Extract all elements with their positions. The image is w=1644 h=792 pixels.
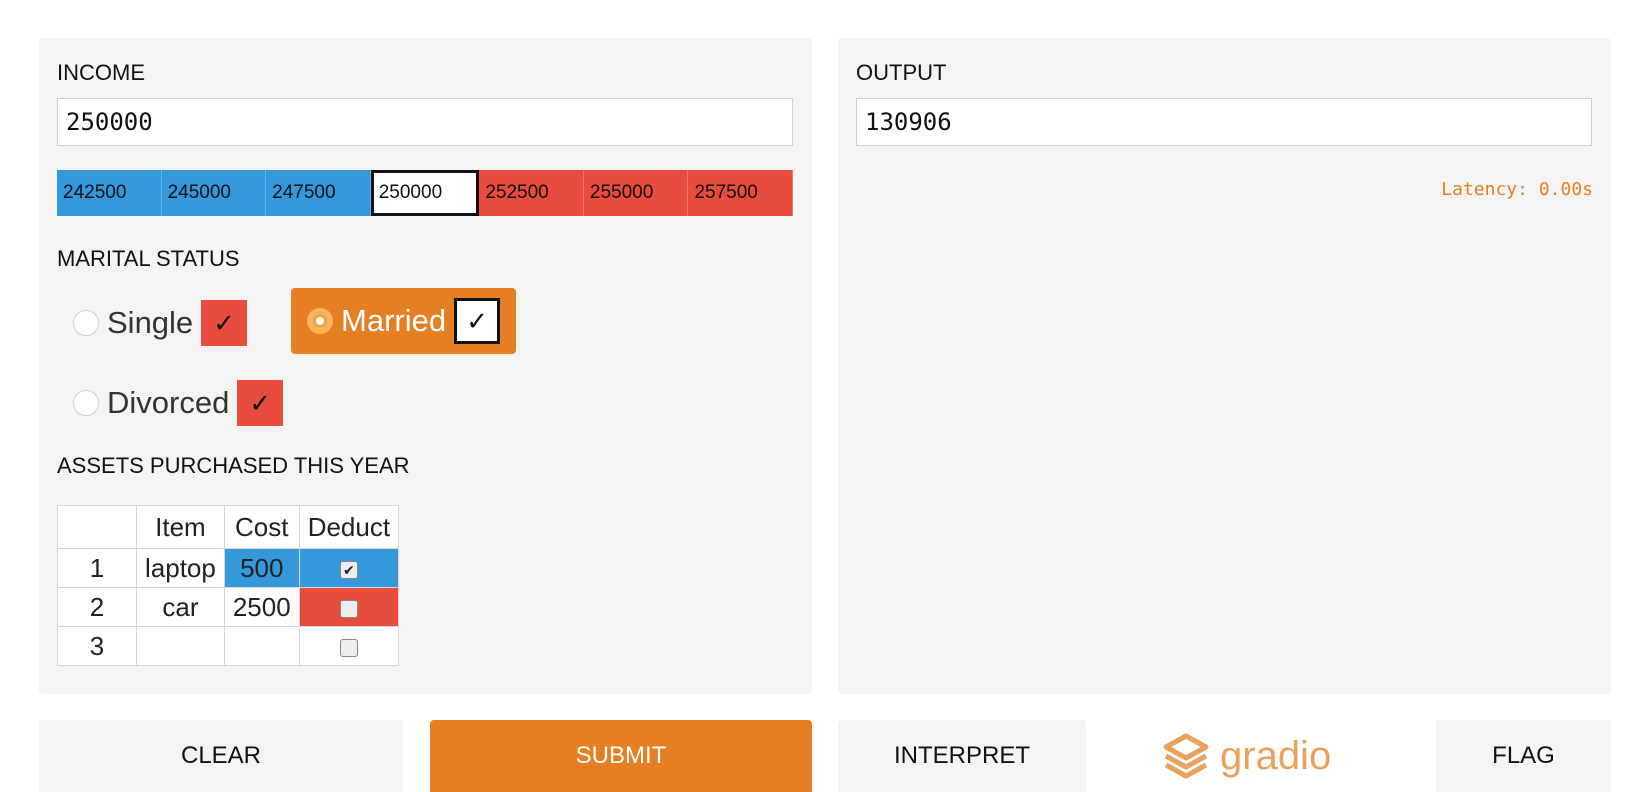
gradio-logo-text: gradio	[1220, 733, 1332, 778]
table-header-cell	[57, 505, 137, 549]
table-row: 3	[57, 626, 400, 666]
interpretation-cell: 255000	[583, 170, 689, 216]
income-interpretation-strip: 242500 245000 247500 250000 252500 25500…	[57, 170, 794, 216]
check-mark-icon: ✓	[454, 298, 501, 344]
interpretation-cell: 245000	[161, 170, 267, 216]
check-mark-icon: ✓	[201, 300, 248, 346]
input-panel: INCOME 250000 242500 245000 247500 25000…	[39, 38, 812, 694]
latency-text: Latency: 0.00s	[1441, 179, 1593, 200]
interpretation-cell: 257500	[688, 170, 794, 216]
radio-label: Single	[107, 305, 194, 340]
row-index: 3	[57, 626, 137, 666]
table-header-cell: Cost	[223, 505, 300, 549]
income-label: INCOME	[57, 60, 145, 85]
interpretation-cell: 247500	[266, 170, 371, 216]
gradio-logo-icon	[1163, 733, 1209, 779]
output-textbox[interactable]: 130906	[856, 98, 1592, 146]
radio-circle-icon[interactable]	[73, 310, 99, 336]
output-label: OUTPUT	[856, 60, 947, 85]
checkbox-unchecked-icon[interactable]	[339, 599, 358, 618]
table-header-row: Item Cost Deduct	[57, 505, 400, 549]
table-row: 1 laptop 500 ✔	[57, 548, 400, 588]
table-header-cell: Item	[136, 505, 225, 549]
cost-cell[interactable]	[223, 626, 300, 666]
radio-option-divorced[interactable]: Divorced ✓	[73, 370, 284, 436]
clear-button[interactable]: CLEAR	[39, 720, 403, 792]
item-cell[interactable]: laptop	[136, 548, 225, 588]
table-row: 2 car 2500	[57, 587, 400, 627]
radio-label: Married	[341, 303, 447, 338]
flag-button[interactable]: FLAG	[1436, 720, 1611, 792]
submit-button[interactable]: SUBMIT	[430, 720, 812, 792]
income-input[interactable]: 250000	[57, 98, 793, 146]
deduct-cell[interactable]	[298, 626, 400, 666]
cost-cell[interactable]: 2500	[223, 587, 300, 627]
radio-circle-icon[interactable]	[73, 390, 99, 416]
checkbox-checked-icon[interactable]: ✔	[339, 560, 358, 579]
interpret-button[interactable]: INTERPRET	[838, 720, 1086, 792]
radio-option-single[interactable]: Single ✓	[73, 290, 248, 356]
radio-selected-icon[interactable]	[307, 308, 333, 334]
interpretation-cell-current: 250000	[370, 170, 480, 216]
item-cell[interactable]	[136, 626, 225, 666]
deduct-cell[interactable]: ✔	[298, 548, 400, 588]
assets-label: ASSETS PURCHASED THIS YEAR	[57, 453, 410, 478]
check-mark-icon: ✓	[237, 380, 284, 426]
checkbox-unchecked-icon[interactable]	[339, 638, 358, 657]
interpretation-cell: 242500	[57, 170, 162, 216]
interpretation-cell: 252500	[479, 170, 584, 216]
gradio-logo: gradio	[1160, 728, 1331, 784]
marital-status-label: MARITAL STATUS	[57, 246, 240, 271]
item-cell[interactable]: car	[136, 587, 225, 627]
radio-option-married[interactable]: Married ✓	[291, 288, 517, 354]
table-header-cell: Deduct	[298, 505, 400, 549]
assets-table: Item Cost Deduct 1 laptop 500 ✔ 2 car 25…	[57, 505, 400, 666]
row-index: 1	[57, 548, 137, 588]
radio-label: Divorced	[107, 385, 230, 420]
output-panel: OUTPUT 130906 Latency: 0.00s	[838, 38, 1611, 694]
row-index: 2	[57, 587, 137, 627]
cost-cell[interactable]: 500	[223, 548, 300, 588]
deduct-cell[interactable]	[298, 587, 400, 627]
